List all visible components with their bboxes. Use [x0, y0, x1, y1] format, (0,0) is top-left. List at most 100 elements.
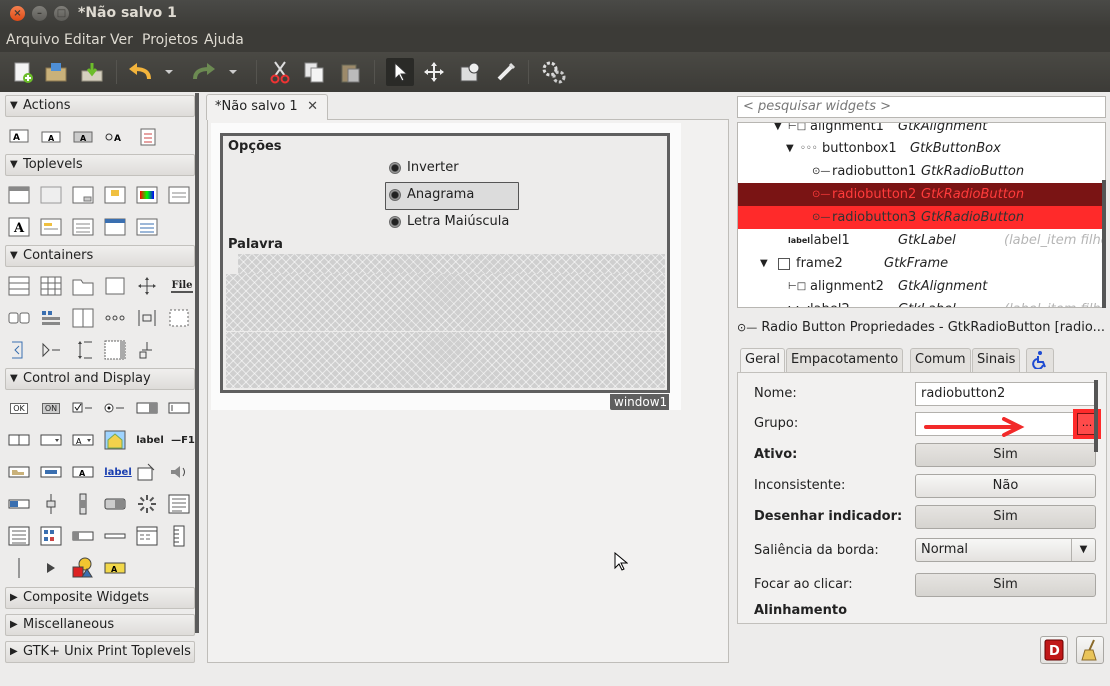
- volume-button-icon[interactable]: [167, 460, 191, 484]
- arrow-icon[interactable]: [39, 556, 63, 580]
- action-icon[interactable]: A: [7, 124, 31, 148]
- tab-sinais[interactable]: Sinais: [972, 348, 1021, 372]
- palette-group-actions[interactable]: ▼ Actions: [5, 95, 195, 117]
- file-chooser-button-icon[interactable]: [7, 460, 31, 484]
- offscreen-window-icon[interactable]: [39, 183, 63, 207]
- statusbar-icon[interactable]: [135, 524, 159, 548]
- placeholder-slot[interactable]: [238, 254, 665, 274]
- calendar-spin-icon[interactable]: [135, 460, 159, 484]
- tree-row[interactable]: label label1 GtkLabel (label_item filho: [738, 229, 1105, 252]
- font-button-icon[interactable]: [7, 428, 31, 452]
- window-close-button[interactable]: ×: [10, 6, 25, 21]
- palette-scrollbar[interactable]: [195, 93, 199, 633]
- table-icon[interactable]: [39, 274, 63, 298]
- placeholder-slot[interactable]: [226, 274, 665, 331]
- menu-arquivo[interactable]: Arquivo: [6, 32, 60, 48]
- entry-icon[interactable]: [167, 396, 191, 420]
- properties-scrollbar[interactable]: [1094, 380, 1098, 452]
- save-icon[interactable]: [78, 58, 106, 86]
- page-setup-dialog-icon[interactable]: [71, 215, 95, 239]
- drag-resize-icon[interactable]: [420, 58, 448, 86]
- file-icon[interactable]: File: [167, 274, 197, 298]
- input-dialog-icon[interactable]: [39, 215, 63, 239]
- scrolled-window-icon[interactable]: [103, 338, 127, 362]
- label-widget-icon[interactable]: label: [135, 428, 165, 452]
- button-box-icon[interactable]: [103, 306, 127, 330]
- radio-button-icon[interactable]: [103, 396, 127, 420]
- devhelp-button[interactable]: D: [1040, 636, 1068, 664]
- copy-icon[interactable]: [300, 58, 328, 86]
- tab-geral[interactable]: Geral: [740, 348, 785, 373]
- hscrollbar-icon[interactable]: [71, 524, 95, 548]
- palette-group-composite[interactable]: ▶ Composite Widgets: [5, 587, 195, 609]
- radio-anagrama-label[interactable]: Anagrama: [407, 187, 474, 202]
- radio-inverter-label[interactable]: Inverter: [407, 160, 459, 175]
- radio-anagrama-indicator[interactable]: [389, 189, 401, 201]
- switch-icon[interactable]: [103, 492, 127, 516]
- hbox-icon[interactable]: [7, 306, 31, 330]
- menu-ver[interactable]: Ver: [110, 32, 133, 48]
- vseparator-icon[interactable]: [7, 556, 31, 580]
- widget-window-icon[interactable]: [456, 58, 484, 86]
- dialog-icon[interactable]: [71, 183, 95, 207]
- tree-row-selected[interactable]: ⊙— radiobutton2 GtkRadioButton: [738, 183, 1105, 206]
- radio-action-icon[interactable]: A: [71, 124, 95, 148]
- redo-icon[interactable]: [190, 58, 218, 86]
- menu-editar[interactable]: Editar: [64, 32, 105, 48]
- tree-row[interactable]: ▼ ◦◦◦ buttonbox1 GtkButtonBox: [738, 137, 1105, 160]
- tab-comum[interactable]: Comum: [910, 348, 971, 372]
- tree-row-highlighted[interactable]: ⊙— radiobutton3 GtkRadioButton: [738, 206, 1105, 229]
- color-button-icon[interactable]: [39, 460, 63, 484]
- radio-letra-maiuscula-label[interactable]: Letra Maiúscula: [407, 214, 509, 229]
- combo-entry-icon[interactable]: A: [71, 428, 95, 452]
- tree-row[interactable]: ▼ ⊢□ alignment1 GtkAlignment: [738, 123, 1105, 138]
- desenhar-indicador-toggle[interactable]: Sim: [915, 505, 1096, 529]
- notebook-icon[interactable]: [71, 274, 95, 298]
- palette-group-control-display[interactable]: ▼ Control and Display: [5, 368, 195, 390]
- combo-box-icon[interactable]: [39, 428, 63, 452]
- viewport-icon[interactable]: [135, 338, 159, 362]
- color-selection-dialog-icon[interactable]: [135, 183, 159, 207]
- tree-row[interactable]: ⊙— radiobutton1 GtkRadioButton: [738, 160, 1105, 183]
- recent-chooser-dialog-icon[interactable]: [103, 215, 127, 239]
- toggle-action-icon[interactable]: A: [39, 124, 63, 148]
- name-field[interactable]: radiobutton2: [915, 382, 1096, 406]
- progress-bar-icon[interactable]: [7, 492, 31, 516]
- action-group-icon[interactable]: [135, 124, 159, 148]
- spinner-icon[interactable]: [135, 492, 159, 516]
- image-icon[interactable]: [103, 428, 127, 452]
- window-minimize-button[interactable]: –: [32, 6, 47, 21]
- accel-label-icon[interactable]: —F1: [169, 428, 197, 452]
- close-icon[interactable]: ✕: [307, 99, 318, 114]
- vbox-icon[interactable]: [7, 274, 31, 298]
- message-dialog-icon[interactable]: [103, 183, 127, 207]
- text-entry-button-icon[interactable]: A: [71, 460, 95, 484]
- check-button-icon[interactable]: [71, 396, 95, 420]
- chevron-down-icon[interactable]: ▼: [1071, 539, 1095, 561]
- paste-icon[interactable]: [336, 58, 364, 86]
- select-pointer-icon[interactable]: [386, 58, 414, 86]
- tab-accessibility[interactable]: [1026, 348, 1054, 372]
- tree-scrollbar[interactable]: [1102, 180, 1106, 308]
- palette-group-misc[interactable]: ▶ Miscellaneous: [5, 614, 195, 636]
- ativo-toggle[interactable]: Sim: [915, 443, 1096, 467]
- spin-button-icon[interactable]: [135, 396, 159, 420]
- text-view-icon[interactable]: [167, 492, 191, 516]
- new-icon[interactable]: [8, 58, 36, 86]
- hseparator-icon[interactable]: [103, 524, 127, 548]
- expander-widget-icon[interactable]: [39, 338, 63, 362]
- menu-projetos[interactable]: Projetos: [142, 32, 198, 48]
- widget-search-input[interactable]: < pesquisar widgets >: [737, 96, 1106, 118]
- drawing-area-icon[interactable]: [71, 556, 95, 580]
- hpaned-icon[interactable]: [71, 306, 95, 330]
- clear-button[interactable]: [1076, 636, 1104, 664]
- button-icon[interactable]: OK: [7, 396, 31, 420]
- tree-row[interactable]: ⊢□ alignment2 GtkAlignment: [738, 275, 1105, 298]
- palette-group-print[interactable]: ▶ GTK+ Unix Print Toplevels: [5, 641, 195, 663]
- tree-view-icon[interactable]: [7, 524, 31, 548]
- redo-dropdown-icon[interactable]: [224, 58, 242, 86]
- widget-tree[interactable]: ▼ ⊢□ alignment1 GtkAlignment ▼ ◦◦◦ butto…: [737, 122, 1106, 308]
- expander-down-icon[interactable]: ▼: [786, 137, 794, 160]
- assistant-icon[interactable]: [135, 215, 159, 239]
- file-chooser-dialog-icon[interactable]: [167, 183, 191, 207]
